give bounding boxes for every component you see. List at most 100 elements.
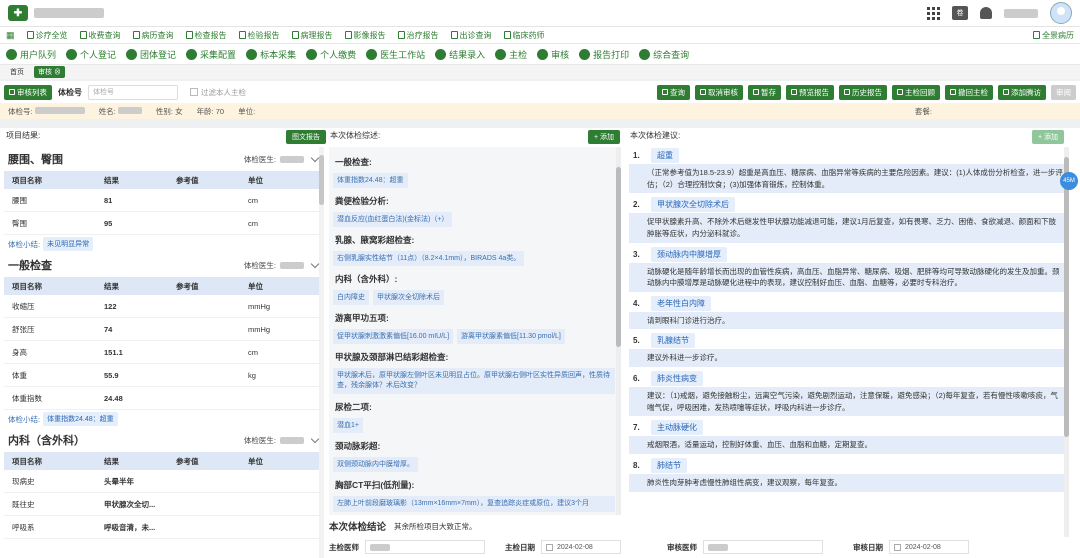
floating-badge[interactable]: 45M (1060, 172, 1078, 190)
summary-chip[interactable]: 白内障史 (333, 290, 369, 306)
advice-scrollbar[interactable] (1064, 147, 1069, 537)
advice-title[interactable]: 主动脉硬化 (651, 420, 703, 436)
menu-item-6[interactable]: 影像报告 (344, 30, 386, 41)
exam-id-input[interactable]: 体检号 (88, 84, 178, 100)
menu-item-7[interactable]: 治疗报告 (397, 30, 439, 41)
summary-chip[interactable]: 左肺上叶前段磨玻璃影（13mm×16mm×7mm），复查追踪炎症或原位，建议3个… (333, 496, 615, 513)
table-cell: 呼吸音清，未... (104, 522, 156, 532)
scroll-thumb[interactable] (616, 167, 621, 347)
bell-icon[interactable] (980, 7, 992, 19)
function-item-4[interactable]: 标本采集 (246, 48, 296, 61)
action-button-7[interactable]: 添加腾访 (998, 84, 1046, 100)
summary-chip[interactable]: 潜血1+ (333, 418, 363, 434)
summary-chip[interactable]: 促甲状腺刺激激素偏低[16.00 mIU/L] (333, 329, 454, 345)
function-item-9[interactable]: 审核 (537, 48, 569, 61)
action-button-0[interactable]: 查询 (657, 84, 690, 100)
section-header[interactable]: 腰围、臀围 体检医生: (4, 147, 324, 171)
function-item-2[interactable]: 团体登记 (126, 48, 176, 61)
function-item-3[interactable]: 采集配置 (186, 48, 236, 61)
advice-body[interactable]: （正常参考值为18.5-23.9）超重是高血压、糖尿病、血脂异常等疾病的主要危险… (629, 164, 1069, 194)
advice-body[interactable]: 促甲状腺素升高、不除外术后继发性甲状腺功能减退可能，建议1月后复查，如有畏寒、乏… (629, 213, 1069, 243)
function-item-10[interactable]: 报告打印 (579, 48, 629, 61)
chevron-down-icon[interactable] (310, 434, 320, 443)
advice-title[interactable]: 肺炎性病变 (651, 371, 703, 386)
action-button-8[interactable]: 审阅 (1051, 84, 1076, 100)
avatar-icon[interactable] (1050, 2, 1072, 24)
advice-title[interactable]: 肺结节 (651, 457, 687, 473)
summary-chip[interactable]: 体重指数24.48：超重 (333, 173, 408, 189)
menu-item-1[interactable]: 收费查询 (79, 30, 121, 41)
advice-body[interactable]: 建议：（1)戒烟，避免接触粉尘，远离空气污染，避免剧烈运动，注意保暖，避免感染；… (629, 387, 1069, 417)
summary-scrollbar[interactable] (616, 147, 621, 515)
function-item-5[interactable]: 个人缴费 (306, 48, 356, 61)
menu-item-5[interactable]: 病理报告 (291, 30, 333, 41)
action-button-1[interactable]: 取消审核 (695, 84, 743, 100)
chevron-down-icon[interactable] (310, 259, 320, 268)
grid-icon[interactable] (927, 6, 940, 20)
close-icon[interactable]: ⊗ (54, 69, 61, 76)
document-icon (344, 31, 352, 39)
action-button-5[interactable]: 主检回顾 (892, 84, 940, 100)
menu-grid-icon[interactable]: ▦ (6, 30, 15, 41)
table-cell: 体重指数 (12, 393, 42, 403)
tab-home[interactable]: 首页 (6, 66, 28, 78)
action-button-6[interactable]: 撤回主检 (945, 84, 993, 100)
advice-body[interactable]: 动脉硬化是随年龄增长而出现的血管性疾病，高血压、血脂异常、糖尿病、吸烟、肥胖等均… (629, 262, 1069, 292)
menu-item-8[interactable]: 出诊查询 (450, 30, 492, 41)
hospital-icon[interactable]: 卷 (952, 6, 968, 20)
main-doctor-field[interactable] (365, 540, 485, 554)
section-header[interactable]: 内科（含外科） 体检医生: (4, 428, 324, 452)
function-icon (537, 48, 549, 60)
section-header[interactable]: 一般检查 体检医生: (4, 253, 324, 277)
summary-add-button[interactable]: + 添加 (588, 130, 621, 144)
menu-item-4[interactable]: 检验报告 (238, 30, 280, 41)
scroll-thumb[interactable] (1064, 157, 1069, 437)
summary-chip[interactable]: 甲状腺次全切除术后 (373, 290, 444, 306)
function-item-1[interactable]: 个人登记 (66, 48, 116, 61)
advice-body[interactable]: 请到眼科门诊进行治疗。 (629, 311, 1069, 330)
function-item-11[interactable]: 综合查询 (639, 48, 689, 61)
summary-chip[interactable]: 潜血反应(血红蛋白法)(金标法)（+） (333, 212, 453, 228)
advice-add-button[interactable]: + 添加 (1032, 130, 1065, 144)
tab-review[interactable]: 审核 ⊗ (34, 66, 65, 78)
action-button-3[interactable]: 预览报告 (786, 84, 834, 100)
image-report-button[interactable]: 图文报告 (286, 130, 326, 144)
scroll-thumb[interactable] (319, 155, 324, 205)
review-list-button[interactable]: 审核列表 (4, 84, 52, 100)
function-item-6[interactable]: 医生工作站 (366, 48, 425, 61)
results-scrollbar[interactable] (319, 147, 324, 558)
function-item-0[interactable]: 用户队列 (6, 48, 56, 61)
function-icon (186, 48, 198, 60)
filter-self-checkbox[interactable]: 过滤本人主检 (190, 87, 246, 98)
advice-title[interactable]: 颈动脉内中膜增厚 (651, 246, 727, 262)
summary-chip[interactable]: 双侧颈动脉内中膜增厚。 (333, 457, 418, 473)
advice-title[interactable]: 超重 (651, 148, 679, 163)
summary-chip[interactable]: 甲状腺术后，原甲状腺左侧叶区未见明显占位。原甲状腺右侧叶区实性异质回声，性质待查… (333, 368, 615, 395)
menu-item-2[interactable]: 病历查询 (132, 30, 174, 41)
checkbox-icon[interactable] (190, 88, 198, 96)
function-item-8[interactable]: 主检 (495, 48, 527, 61)
main-date-field[interactable]: 2024-02-08 (541, 540, 621, 554)
summary-chip[interactable]: 游离甲状腺素偏低[11.30 pmol/L] (457, 329, 565, 345)
chevron-down-icon[interactable] (310, 153, 320, 162)
review-date-field[interactable]: 2024-02-08 (889, 540, 969, 554)
action-label: 主检回顾 (905, 87, 935, 97)
fullscreen-record-button[interactable]: 全景病历 (1033, 30, 1074, 41)
advice-body[interactable]: 肺炎性肉芽肿考虑慢性肺组性病变，建议观察，每年复查。 (629, 473, 1069, 492)
menu-item-3[interactable]: 检查报告 (185, 30, 227, 41)
action-button-2[interactable]: 暂存 (748, 84, 781, 100)
advice-title[interactable]: 老年性白内障 (651, 295, 711, 311)
review-doctor-field[interactable] (703, 540, 823, 554)
summary-chip[interactable]: 右侧乳腺实性结节（11点）（8.2×4.1mm），BIRADS 4a类。 (333, 251, 525, 267)
advice-title[interactable]: 甲状腺次全切除术后 (651, 197, 735, 213)
menu-item-9[interactable]: 临床药师 (503, 30, 545, 41)
menu-bar: ▦ 诊疗全览 收费查询 病历查询 检查报告 检验报告 病理报告 影像报告 治疗报告 出诊查询 临床… (0, 27, 1080, 44)
advice-body[interactable]: 建议外科进一步诊疗。 (629, 349, 1069, 367)
main-doctor-label: 主检医师 (329, 542, 359, 552)
advice-title[interactable]: 乳腺结节 (651, 333, 695, 349)
advice-body[interactable]: 戒烟限酒，适量运动，控制好体重、血压、血脂和血糖，定期复查。 (629, 436, 1069, 454)
menu-item-0[interactable]: 诊疗全览 (26, 30, 68, 41)
advice-item: 6. 肺炎性病变 建议：（1)戒烟，避免接触粉尘，远离空气污染，避免剧烈运动，注意保… (629, 370, 1069, 417)
function-item-7[interactable]: 结果录入 (435, 48, 485, 61)
action-button-4[interactable]: 历史报告 (839, 84, 887, 100)
